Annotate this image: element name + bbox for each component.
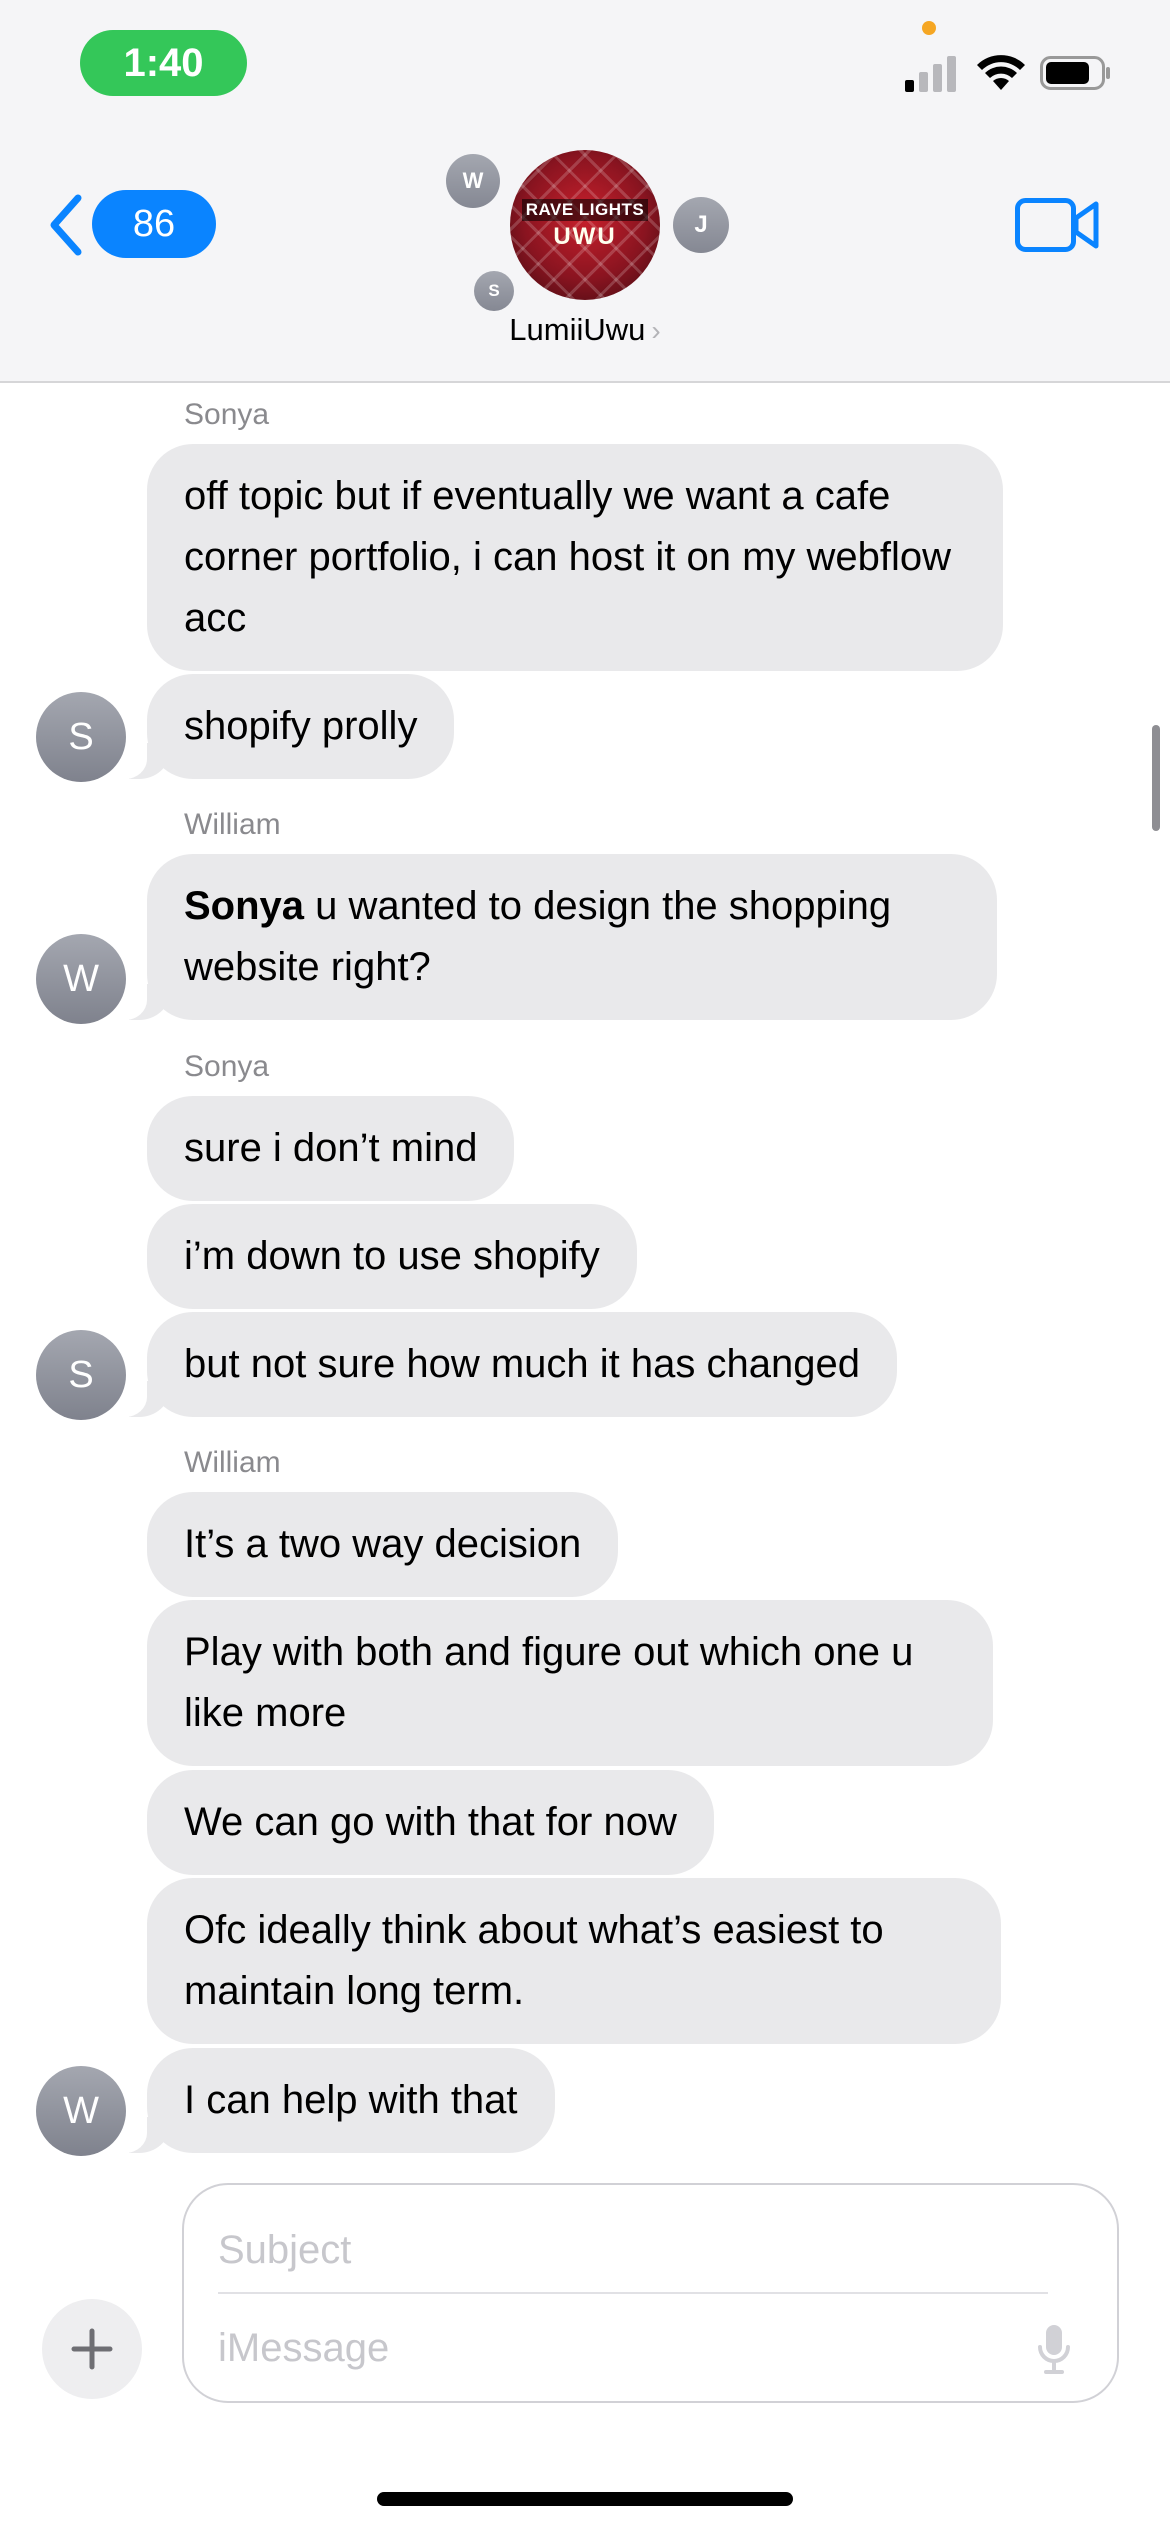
message-bubble[interactable]: We can go with that for now xyxy=(147,1770,714,1875)
message-text: Ofc ideally think about what’s easiest t… xyxy=(184,1908,884,2013)
message-text: I can help with that xyxy=(184,2078,518,2122)
member-avatar-w: W xyxy=(446,154,500,208)
sender-name: Sonya xyxy=(184,398,270,431)
group-avatar-text-line1: RAVE LIGHTS xyxy=(521,199,649,221)
unread-count-badge: 86 xyxy=(92,190,216,258)
home-indicator[interactable] xyxy=(377,2492,793,2506)
avatar[interactable]: W xyxy=(36,2066,126,2156)
microphone-icon[interactable] xyxy=(1037,2323,1071,2375)
sender-name: Sonya xyxy=(184,1050,270,1083)
avatar[interactable]: W xyxy=(36,934,126,1024)
subject-input[interactable]: Subject xyxy=(218,2207,1048,2293)
group-name[interactable]: LumiiUwu › xyxy=(0,312,1170,348)
scrollbar[interactable] xyxy=(1152,725,1160,831)
message-composer: Subject iMessage xyxy=(182,2183,1119,2403)
mention[interactable]: Sonya xyxy=(184,884,304,928)
message-bubble[interactable]: Ofc ideally think about what’s easiest t… xyxy=(147,1878,1001,2044)
plus-icon xyxy=(71,2328,113,2370)
group-avatar-text-line2: UWU xyxy=(553,223,617,250)
status-time: 1:40 xyxy=(80,30,247,96)
message-bubble[interactable]: sure i don’t mind xyxy=(147,1096,515,1201)
message-text: off topic but if eventually we want a ca… xyxy=(184,474,952,640)
sender-name: William xyxy=(184,1446,281,1479)
message-text: sure i don’t mind xyxy=(184,1126,478,1170)
message-bubble[interactable]: Play with both and figure out which one … xyxy=(147,1600,993,1766)
message-text: Play with both and figure out which one … xyxy=(184,1630,914,1735)
message-bubble[interactable]: Sonya u wanted to design the shopping we… xyxy=(121,854,997,1020)
group-name-label: LumiiUwu xyxy=(509,312,646,347)
chevron-right-icon: › xyxy=(651,315,661,346)
privacy-indicator-dot xyxy=(922,21,936,35)
video-camera-icon[interactable] xyxy=(1015,198,1099,252)
message-text: It’s a two way decision xyxy=(184,1522,582,1566)
group-avatar[interactable]: RAVE LIGHTS UWU xyxy=(510,150,660,300)
message-bubble[interactable]: I can help with that xyxy=(121,2048,555,2153)
back-button[interactable]: 86 xyxy=(46,190,216,260)
member-avatar-s: S xyxy=(474,271,514,311)
message-bubble[interactable]: but not sure how much it has changed xyxy=(121,1312,897,1417)
avatar[interactable]: S xyxy=(36,692,126,782)
member-avatar-j: J xyxy=(673,197,729,253)
message-text: but not sure how much it has changed xyxy=(184,1342,860,1386)
battery-icon xyxy=(1040,56,1110,90)
apps-plus-button[interactable] xyxy=(42,2299,142,2399)
signal-icon xyxy=(905,54,959,92)
status-bar: 1:40 xyxy=(0,0,1170,135)
composer-divider xyxy=(218,2292,1048,2294)
message-text: i’m down to use shopify xyxy=(184,1234,600,1278)
message-text: We can go with that for now xyxy=(184,1800,677,1844)
message-bubble[interactable]: i’m down to use shopify xyxy=(147,1204,637,1309)
chevron-left-icon xyxy=(50,194,82,256)
message-bubble[interactable]: It’s a two way decision xyxy=(147,1492,619,1597)
avatar[interactable]: S xyxy=(36,1330,126,1420)
message-bubble[interactable]: shopify prolly xyxy=(120,674,455,779)
imessage-input[interactable]: iMessage xyxy=(218,2305,998,2391)
sender-name: William xyxy=(184,808,281,841)
message-bubble[interactable]: off topic but if eventually we want a ca… xyxy=(147,444,1003,671)
wifi-icon xyxy=(977,55,1025,90)
message-text: shopify prolly xyxy=(184,704,418,748)
